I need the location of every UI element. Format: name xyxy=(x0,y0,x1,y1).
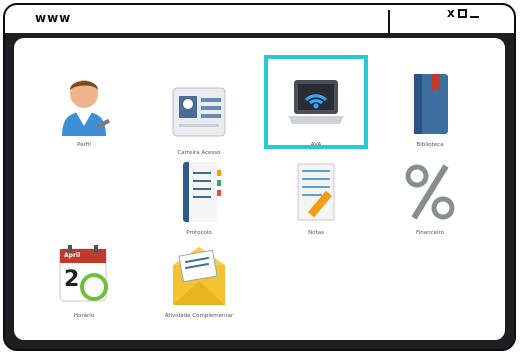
calendar-month: April xyxy=(64,252,81,259)
app-label: Financeiro xyxy=(415,230,445,236)
mail-envelope-icon xyxy=(173,247,225,305)
selection-highlight xyxy=(264,55,368,149)
app-label: Biblioteca xyxy=(416,142,444,148)
maximize-icon[interactable] xyxy=(457,8,467,18)
id-card-icon xyxy=(172,87,226,137)
app-label: Protocolo xyxy=(186,230,212,236)
app-label: Atividade Complementar xyxy=(164,313,234,319)
notebook-icon xyxy=(183,162,221,222)
user-avatar-icon xyxy=(62,80,111,136)
title-divider xyxy=(388,10,390,34)
notepad-pencil-icon xyxy=(297,163,335,221)
app-label: Perfil xyxy=(77,142,91,148)
app-label: Carteira Acesso xyxy=(177,150,221,156)
address-text[interactable]: www xyxy=(35,11,71,25)
percent-icon xyxy=(405,164,455,220)
close-button[interactable]: x xyxy=(447,6,455,20)
app-label: Notas xyxy=(308,230,324,236)
book-icon xyxy=(414,74,448,134)
calendar-day: 2 xyxy=(64,267,80,292)
minimize-icon[interactable] xyxy=(469,16,479,18)
app-label: Horário xyxy=(73,313,95,319)
window-controls: x xyxy=(447,6,479,20)
title-bar: www xyxy=(5,5,514,33)
